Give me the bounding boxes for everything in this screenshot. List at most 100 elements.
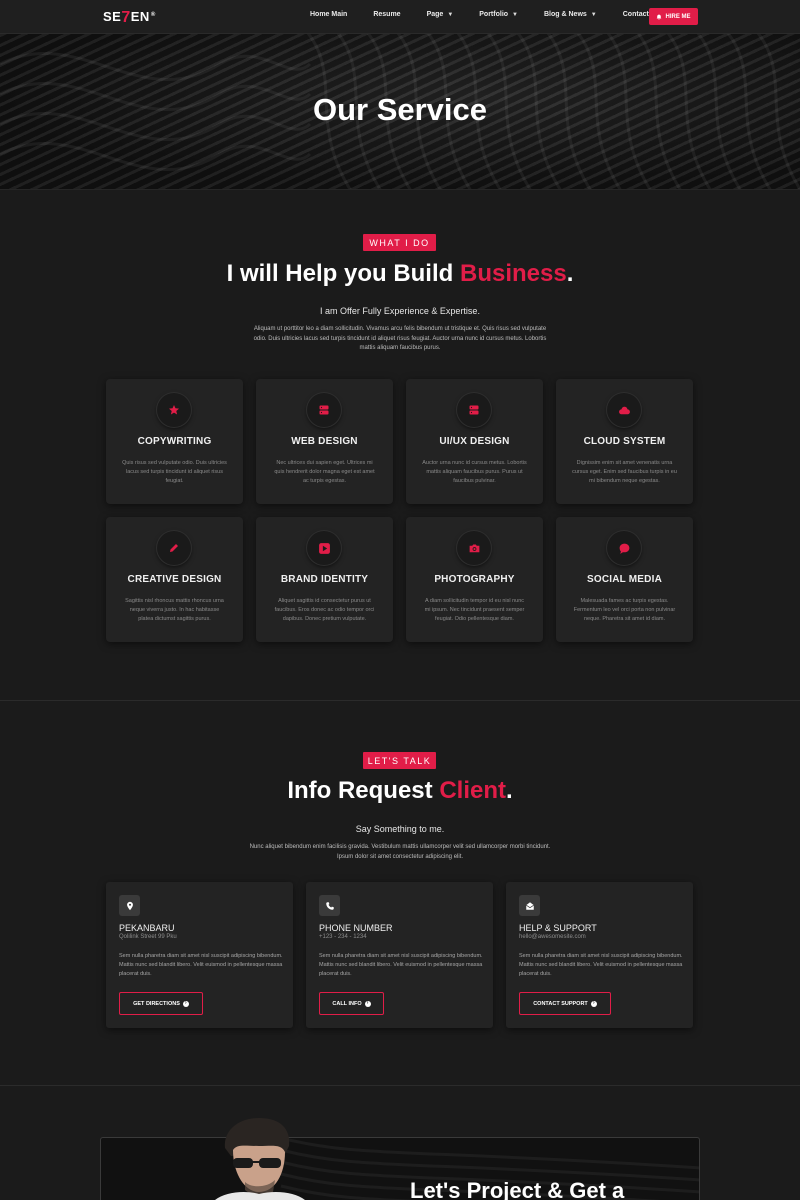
top-navbar: SE7EN® Home Main Resume Page ▼ Portfolio ▼… — [0, 0, 800, 34]
chevron-down-icon: ▼ — [512, 11, 518, 18]
services-paragraph: Aliquam ut porttitor leo a diam sollicit… — [253, 326, 547, 351]
service-description: Quis risus sed vulputate odio. Duis ultr… — [122, 460, 227, 484]
contact-paragraph: Nunc aliquet bibendum enim facilisis gra… — [249, 844, 551, 860]
service-title: WEB DESIGN — [291, 436, 358, 447]
service-card-cloud-system[interactable]: CLOUD SYSTEM Dignissim enim sit amet ven… — [556, 379, 693, 504]
logo-text-right: EN — [130, 9, 150, 24]
service-title: CLOUD SYSTEM — [583, 436, 666, 447]
service-card-creative-design[interactable]: CREATIVE DESIGN Sagittis nisl rhoncus ma… — [106, 517, 243, 642]
service-description: Auctor urna nunc id cursus metus. Lobort… — [422, 460, 527, 484]
service-description: Aliquet sagittis id consectetur purus ut… — [274, 598, 375, 622]
contact-headline: Info Request Client. — [0, 777, 800, 805]
menu-item-label: Blog & News — [544, 11, 587, 18]
location-pin-icon — [119, 895, 140, 916]
service-card-brand-identity[interactable]: BRAND IDENTITY Aliquet sagittis id conse… — [256, 517, 393, 642]
service-title: UI/UX DESIGN — [439, 436, 510, 447]
service-card-social-media[interactable]: SOCIAL MEDIA Malesuada fames ac turpis e… — [556, 517, 693, 642]
button-label: CALL INFO — [332, 1000, 362, 1007]
menu-item-label: Contact — [622, 11, 649, 18]
service-card-photography[interactable]: PHOTOGRAPHY A diam sollicitudin tempor i… — [406, 517, 543, 642]
service-description: Malesuada fames ac turpis egestas. Ferme… — [573, 598, 676, 622]
bell-icon — [657, 14, 662, 20]
menu-item-resume[interactable]: Resume — [373, 11, 400, 18]
section-tag-lets-talk: LET'S TALK — [363, 752, 436, 769]
project-banner-title: Let's Project & Get a — [410, 1178, 625, 1200]
menu-item-home-main[interactable]: Home Main — [310, 11, 347, 18]
service-description: A diam sollicitudin tempor id eu nisl nu… — [424, 598, 525, 622]
contact-card-subtitle: Qolilink Street 99 Pku — [119, 934, 177, 940]
site-logo[interactable]: SE7EN® — [103, 8, 156, 26]
button-label: CONTACT SUPPORT — [533, 1000, 588, 1007]
menu-item-blog-news[interactable]: Blog & News ▼ — [544, 11, 597, 18]
menu-item-page[interactable]: Page ▼ — [427, 11, 454, 18]
profile-photo — [215, 1118, 305, 1200]
services-subtitle: I am Offer Fully Experience & Expertise. — [320, 306, 480, 316]
hero-banner: Our Service — [0, 34, 800, 190]
phone-icon — [319, 895, 340, 916]
service-card-web-design[interactable]: WEB DESIGN Nec ultrices dui sapien eget.… — [256, 379, 393, 504]
logo-text-left: SE — [103, 9, 122, 24]
arrow-right-icon: › — [182, 1000, 189, 1007]
chat-icon — [607, 531, 641, 565]
logo-registered-mark: ® — [150, 11, 156, 18]
page-title: Our Service — [312, 92, 488, 127]
headline-dot: . — [506, 777, 513, 804]
service-title: COPYWRITING — [137, 436, 212, 447]
services-headline: I will Help you Build Business. — [0, 260, 800, 288]
envelope-open-icon — [519, 895, 540, 916]
button-label: GET DIRECTIONS — [133, 1000, 180, 1007]
call-info-button[interactable]: CALL INFO › — [319, 992, 384, 1015]
cloud-icon — [607, 393, 641, 427]
service-card-ui-ux-design[interactable]: UI/UX DESIGN Auctor urna nunc id cursus … — [406, 379, 543, 504]
menu-item-label: Portfolio — [479, 11, 509, 18]
contact-card-subtitle: +123 - 234 - 1234 — [319, 934, 367, 940]
contact-card-description: Sem nulla pharetra diam sit amet nisl su… — [119, 953, 283, 977]
service-description: Nec ultrices dui sapien eget. Ultrices m… — [274, 460, 375, 484]
contact-card-title: PHONE NUMBER — [319, 923, 393, 933]
contact-card-title: HELP & SUPPORT — [519, 923, 597, 933]
contact-card-title: PEKANBARU — [119, 923, 175, 933]
contact-card-location: PEKANBARU Qolilink Street 99 Pku Sem nul… — [106, 882, 293, 1028]
contact-card-description: Sem nulla pharetra diam sit amet nisl su… — [519, 953, 683, 977]
service-description: Sagittis nisl rhoncus mattis rhoncus urn… — [125, 598, 224, 622]
server-icon — [307, 393, 341, 427]
headline-main: Info Request — [287, 777, 433, 804]
service-description: Dignissim enim sit amet venenatis urna c… — [572, 460, 677, 484]
section-divider — [0, 700, 800, 701]
arrow-right-icon: › — [364, 1000, 371, 1007]
arrow-right-icon: › — [590, 1000, 597, 1007]
section-tag-what-i-do: WHAT I DO — [363, 234, 436, 251]
hire-me-label: HIRE ME — [665, 13, 691, 20]
service-card-copywriting[interactable]: COPYWRITING Quis risus sed vulputate odi… — [106, 379, 243, 504]
contact-card-phone: PHONE NUMBER +123 - 234 - 1234 Sem nulla… — [306, 882, 493, 1028]
chevron-down-icon: ▼ — [590, 11, 597, 18]
service-title: PHOTOGRAPHY — [434, 574, 515, 585]
service-title: BRAND IDENTITY — [280, 574, 369, 585]
headline-main: I will Help you Build — [226, 260, 454, 287]
menu-item-contact[interactable]: Contact — [623, 11, 649, 18]
contact-card-subtitle: hello@awesomesite.com — [519, 934, 586, 940]
menu-item-label: Resume — [373, 11, 401, 18]
menu-item-label: Home Main — [310, 11, 348, 18]
headline-accent: Business — [459, 260, 567, 287]
headline-accent: Client — [439, 777, 506, 804]
service-title: CREATIVE DESIGN — [127, 574, 222, 585]
server-icon — [457, 393, 491, 427]
play-icon — [307, 531, 341, 565]
service-title: SOCIAL MEDIA — [587, 574, 662, 585]
headline-dot: . — [566, 260, 574, 287]
get-directions-button[interactable]: GET DIRECTIONS › — [119, 992, 203, 1015]
camera-icon — [457, 531, 491, 565]
menu-item-label: Page — [426, 11, 444, 18]
contact-subtitle: Say Something to me. — [355, 824, 445, 834]
contact-support-button[interactable]: CONTACT SUPPORT › — [519, 992, 611, 1015]
main-menu: Home Main Resume Page ▼ Portfolio ▼ Blog &… — [310, 11, 675, 18]
hire-me-button[interactable]: HIRE ME — [649, 8, 698, 25]
contact-card-support: HELP & SUPPORT hello@awesomesite.com Sem… — [506, 882, 693, 1028]
pencil-icon — [157, 531, 191, 565]
menu-item-portfolio[interactable]: Portfolio ▼ — [479, 11, 518, 18]
star-icon — [157, 393, 191, 427]
contact-card-description: Sem nulla pharetra diam sit amet nisl su… — [319, 953, 483, 977]
logo-seven: 7 — [121, 9, 131, 26]
chevron-down-icon: ▼ — [447, 11, 454, 18]
